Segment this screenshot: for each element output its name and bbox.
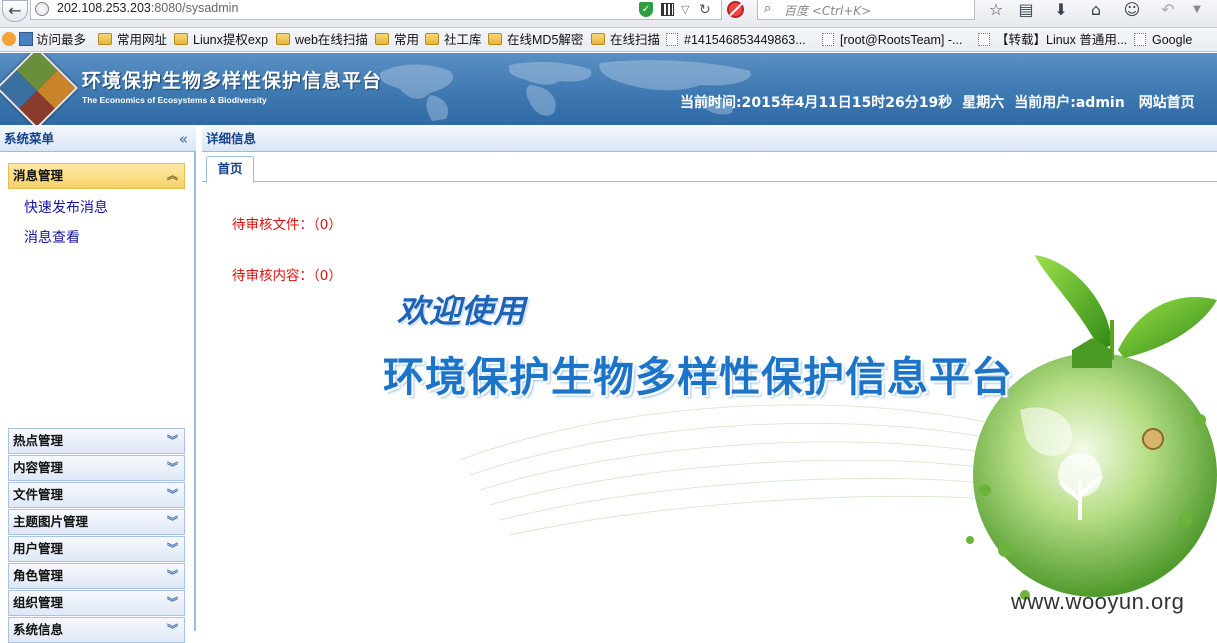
collapse-left-icon[interactable]: « [179, 126, 188, 152]
sidebar-section-users[interactable]: 用户管理 ︾ [8, 536, 185, 562]
address-bar[interactable]: 202.108.253.203:8080/sysadmin ✓ ▽ ↻ [30, 0, 722, 20]
firefox-icon [2, 32, 16, 46]
folder-icon [98, 33, 112, 45]
chevron-down-icon: ︾ [167, 515, 178, 528]
sidebar-section-system-info[interactable]: 系统信息 ︾ [8, 617, 185, 643]
chevron-down-icon: ︾ [167, 623, 178, 636]
home-link[interactable]: 网站首页 [1139, 95, 1195, 111]
header-status: 当前时间:2015年4月11日15时26分19秒 星期六 当前用户:admin 网站首… [680, 92, 1195, 112]
bookmark-folder[interactable]: 常用网址 [98, 32, 167, 48]
home-icon[interactable]: ⌂ [1085, 0, 1107, 20]
sidebar-section-hotspot[interactable]: 热点管理 ︾ [8, 428, 185, 454]
reload-icon[interactable]: ↻ [699, 0, 711, 20]
bookmark-page[interactable]: [root@RootsTeam] -... [822, 32, 962, 48]
chevron-down-icon: ︾ [167, 488, 178, 501]
chevron-down-icon: ︾ [167, 461, 178, 474]
chevron-down-icon: ︾ [167, 569, 178, 582]
folder-icon [375, 33, 389, 45]
welcome-heading: 欢迎使用 [397, 292, 526, 330]
page-icon [19, 32, 33, 46]
search-placeholder: 百度 <Ctrl+K> [784, 4, 872, 18]
bookmark-most-visited[interactable]: 访问最多 [2, 32, 86, 48]
main-panel-header: 详细信息 [202, 126, 1217, 152]
back-button[interactable]: ← [2, 0, 28, 22]
sidebar-link-view-messages[interactable]: 消息查看 [24, 227, 80, 247]
sidebar: 系统菜单 « 消息管理 ︽ 快速发布消息 消息查看 热点管理 ︾ 内容管理 ︾ 文件… [0, 126, 196, 643]
chevron-down-icon[interactable]: ▽ [681, 0, 689, 20]
folder-icon [425, 33, 439, 45]
overflow-chevron-icon[interactable]: ▼ [1186, 0, 1208, 20]
world-map-graphic [379, 60, 751, 121]
page-icon [666, 33, 678, 46]
adblock-icon[interactable] [727, 1, 744, 18]
bookmark-folder[interactable]: 在线MD5解密 [488, 32, 583, 48]
pending-content-count: 待审核内容：（0） [232, 268, 342, 284]
page-icon [978, 33, 990, 46]
sidebar-section-theme-images[interactable]: 主题图片管理 ︾ [8, 509, 185, 535]
download-icon[interactable]: ⬇ [1050, 0, 1072, 20]
sidebar-section-roles[interactable]: 角色管理 ︾ [8, 563, 185, 589]
chevron-up-icon: ︽ [167, 169, 178, 182]
pending-files-count: 待审核文件：（0） [232, 217, 342, 233]
chat-icon[interactable]: ☺ [1121, 0, 1143, 20]
bookmarks-bar: 访问最多 常用网址 Liunx提权exp web在线扫描 常用 社工库 在线MD… [0, 28, 1217, 52]
star-bookmark-icon[interactable]: ☆ [985, 0, 1007, 20]
folder-icon [276, 33, 290, 45]
bookmark-page[interactable]: #141546853449863... [666, 32, 806, 48]
sidebar-section-files[interactable]: 文件管理 ︾ [8, 482, 185, 508]
app-title: 环境保护生物多样性保护信息平台 [82, 70, 383, 92]
weekday: 星期六 [962, 95, 1005, 111]
bookmark-page[interactable]: Google [1134, 32, 1192, 48]
bookmark-folder[interactable]: 社工库 [425, 32, 482, 48]
logo [0, 53, 79, 125]
watermark: www.wooyun.org [1011, 589, 1185, 614]
sidebar-link-quick-publish[interactable]: 快速发布消息 [24, 197, 108, 217]
app-header: 环境保护生物多样性保护信息平台 The Economics of Ecosyst… [0, 53, 1217, 125]
time-value: 2015年4月11日15时26分19秒 [741, 95, 953, 111]
search-icon: ⌕ [764, 1, 772, 16]
folder-icon [174, 33, 188, 45]
user-value: admin [1075, 95, 1125, 111]
app-subtitle: The Economics of Ecosystems & Biodiversi… [82, 95, 267, 105]
page-icon [822, 33, 834, 46]
shield-icon[interactable]: ✓ [639, 2, 653, 17]
sidebar-section-content[interactable]: 内容管理 ︾ [8, 455, 185, 481]
sidebar-section-organization[interactable]: 组织管理 ︾ [8, 590, 185, 616]
sidebar-header: 系统菜单 « [0, 126, 196, 152]
user-label: 当前用户: [1014, 95, 1076, 111]
banner-title: 环境保护生物多样性保护信息平台 [383, 353, 1013, 401]
bookmark-folder[interactable]: 常用 [375, 32, 419, 48]
earth-sprout-illustration [459, 255, 1217, 600]
bookmark-folder[interactable]: web在线扫描 [276, 32, 368, 48]
chevron-down-icon: ︾ [167, 434, 178, 447]
undo-icon[interactable]: ↶ [1157, 0, 1179, 20]
sidebar-title: 系统菜单 [4, 131, 55, 146]
chevron-down-icon: ︾ [167, 596, 178, 609]
page-icon [1134, 33, 1146, 46]
globe-icon [35, 2, 49, 16]
time-label: 当前时间: [680, 95, 742, 111]
folder-icon [488, 33, 502, 45]
search-input[interactable]: ⌕ 百度 <Ctrl+K> [757, 0, 975, 20]
folder-icon [591, 33, 605, 45]
bookmark-page[interactable]: 【转载】Linux 普通用... [978, 32, 1127, 48]
sidebar-section-message[interactable]: 消息管理 ︽ [8, 163, 185, 189]
tab-strip: 首页 [202, 153, 1217, 183]
qr-code-icon[interactable] [661, 3, 674, 16]
bookmark-folder[interactable]: Liunx提权exp [174, 32, 268, 48]
tab-home[interactable]: 首页 [206, 156, 254, 183]
reading-list-icon[interactable]: ▤ [1015, 0, 1037, 20]
chevron-down-icon: ︾ [167, 542, 178, 555]
bookmark-folder[interactable]: 在线扫描 [591, 32, 660, 48]
url-text: 202.108.253.203:8080/sysadmin [57, 1, 239, 15]
browser-toolbar: ← 202.108.253.203:8080/sysadmin ✓ ▽ ↻ ⌕ … [0, 0, 1217, 28]
